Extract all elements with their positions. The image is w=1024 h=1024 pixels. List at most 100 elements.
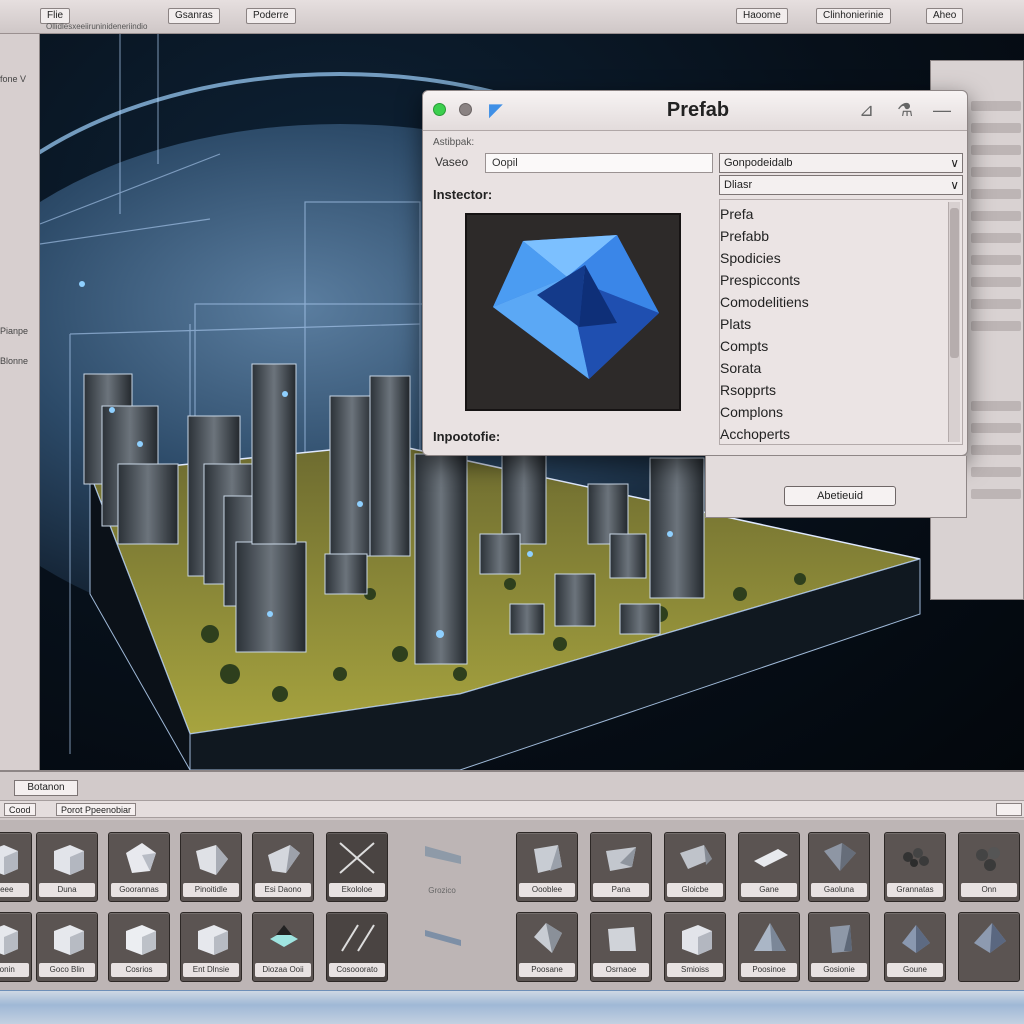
asset-tile[interactable]: Pinoitidle [180,832,242,902]
list-item[interactable]: Comodelitiens [720,294,809,310]
hierarchy-label[interactable]: Pianpe [0,326,28,336]
menu-help[interactable]: Aheo [926,8,964,24]
asset-label: Grozico [428,886,456,895]
spawn-icon [270,925,298,947]
panel-row[interactable] [971,189,1021,199]
asset-tile[interactable]: Osrnaoe [590,912,652,982]
panel-row[interactable] [971,255,1021,265]
pyramid-icon [824,843,856,871]
list-item[interactable]: Sorata [720,360,761,376]
asset-tile[interactable]: Smioiss [664,912,726,982]
asset-label: Goune [887,963,943,977]
asset-tile[interactable]: Grannatas [884,832,946,902]
pin-icon[interactable]: ⊿ [859,100,874,121]
panel-row[interactable] [971,423,1021,433]
object-dropdown[interactable]: Dliasr ∨ [719,175,963,195]
hierarchy-label[interactable]: Blonne [0,356,28,366]
asset-tile[interactable]: Gaoluna [808,832,870,902]
list-item[interactable]: Prespicconts [720,272,800,288]
list-item[interactable]: Spodicies [720,250,781,266]
prefab-dialog: ◤ Prefab ⊿ ⚗ — Astibpak: Vaseo Oopil Gon… [422,90,968,456]
asset-tile[interactable]: Poosinoe [738,912,800,982]
asset-label: Ent Dlnsie [183,963,239,977]
panel-row[interactable] [971,277,1021,287]
name-field[interactable]: Oopil [485,153,713,173]
cube-icon [534,845,562,873]
asset-tile[interactable]: Gosionie [808,912,870,982]
asset-tile[interactable]: Duna [36,832,98,902]
asset-tile[interactable]: Oloonin [0,912,32,982]
panel-row[interactable] [971,489,1021,499]
list-item[interactable]: Compts [720,338,768,354]
list-item[interactable]: Plats [720,316,751,332]
panel-row[interactable] [971,101,1021,111]
panel-row[interactable] [971,145,1021,155]
tab-project[interactable]: Botanon [14,780,78,796]
hierarchy-strip: fone V Pianpe Blonne [0,34,40,770]
list-item[interactable]: Acchoperts [720,426,790,442]
list-item[interactable]: Prefabb [720,228,769,244]
asset-tile[interactable]: Goco Blin [36,912,98,982]
list-scrollbar[interactable] [948,202,960,442]
type-dropdown-value: Gonpodeidalb [724,157,793,169]
prefab-preview [465,213,681,411]
asset-tile[interactable]: Gloicbe [664,832,726,902]
panel-row[interactable] [971,167,1021,177]
breadcrumb-item[interactable]: Cood [4,803,36,816]
close-button[interactable] [433,103,446,116]
menu-component[interactable]: Clinhonierinie [816,8,891,24]
hierarchy-label[interactable]: fone V [0,74,26,84]
panel-row[interactable] [971,445,1021,455]
panel-row[interactable] [971,467,1021,477]
menu-window[interactable]: Haoome [736,8,788,24]
asset-tile[interactable]: Pana [590,832,652,902]
asset-tile[interactable]: Poosane [516,912,578,982]
search-field[interactable] [996,803,1022,816]
type-dropdown[interactable]: Gonpodeidalb ∨ [719,153,963,173]
list-item[interactable]: Complons [720,404,783,420]
cube-icon [0,925,18,955]
asset-tile[interactable]: Dlseee [0,832,32,902]
asset-tile[interactable]: Esi Daono [252,832,314,902]
dialog-subpanel: Abetieuid [705,456,967,518]
apply-button[interactable]: Abetieuid [784,486,896,506]
menu-subline: Ollidlesxeeiiruninideneriindio [46,22,148,31]
asset-label: Gane [741,883,797,897]
menu-assets[interactable]: Poderre [246,8,296,24]
minimize-button[interactable] [459,103,472,116]
panel-row[interactable] [971,233,1021,243]
asset-label: Ekololoe [329,883,385,897]
asset-tile[interactable] [958,912,1020,982]
asset-label: Oloonin [0,963,29,977]
dialog-title-bar[interactable]: ◤ Prefab ⊿ ⚗ — [423,91,967,131]
menu-icon[interactable]: — [933,100,951,121]
list-item[interactable]: Prefa [720,206,753,222]
asset-tile[interactable] [412,912,474,982]
slab-icon [830,925,852,953]
asset-tile[interactable]: Ekololoe [326,832,388,902]
cube-icon [682,925,712,955]
flask-icon[interactable]: ⚗ [897,100,913,121]
asset-tile[interactable]: Onn [958,832,1020,902]
breadcrumb-item[interactable]: Porot Ppeenobiar [56,803,137,816]
asset-label: Diozaa Ooii [255,963,311,977]
panel-row[interactable] [971,211,1021,221]
panel-row[interactable] [971,299,1021,309]
panel-row[interactable] [971,123,1021,133]
asset-tile[interactable]: Cosooorato [326,912,388,982]
asset-tile[interactable]: Goune [884,912,946,982]
status-bar [0,990,1024,1024]
asset-tile[interactable]: Gane [738,832,800,902]
asset-tile[interactable]: Ent Dlnsie [180,912,242,982]
asset-tile[interactable]: Goorannas [108,832,170,902]
asset-tile[interactable]: Diozaa Ooii [252,912,314,982]
asset-tile[interactable]: Oooblee [516,832,578,902]
asset-tile[interactable]: Cosrios [108,912,170,982]
asset-label: Osrnaoe [593,963,649,977]
panel-row[interactable] [971,401,1021,411]
asset-tile[interactable]: Grozico [412,832,474,902]
scroll-thumb[interactable] [950,208,959,358]
panel-row[interactable] [971,321,1021,331]
cube-icon [126,925,156,955]
list-item[interactable]: Rsopprts [720,382,776,398]
